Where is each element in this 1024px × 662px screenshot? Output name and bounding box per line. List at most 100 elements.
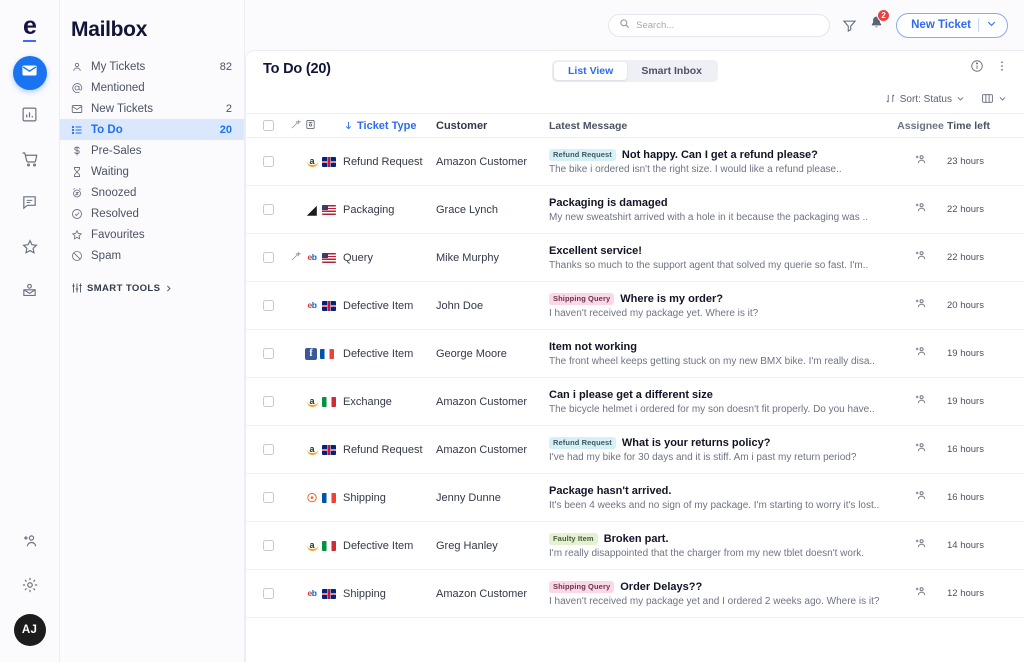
row-checkbox-cell bbox=[263, 156, 285, 167]
row-checkbox[interactable] bbox=[263, 492, 274, 503]
sidebar-item-snoozed[interactable]: Snoozed bbox=[60, 182, 244, 203]
sort-icon bbox=[885, 93, 896, 107]
rail-item-knowledge[interactable] bbox=[13, 276, 47, 310]
table-row[interactable]: a Refund Request Amazon Customer Refund Req… bbox=[246, 426, 1024, 474]
sort-control[interactable]: Sort: Status bbox=[885, 93, 965, 107]
table-row[interactable]: ☉ Shipping Jenny Dunne Package hasn't arriv… bbox=[246, 474, 1024, 522]
columns-control[interactable] bbox=[981, 92, 1007, 108]
tab-smart-inbox[interactable]: Smart Inbox bbox=[627, 62, 716, 80]
row-assignee-cell[interactable] bbox=[894, 392, 947, 411]
row-assignee-cell[interactable] bbox=[894, 152, 947, 171]
row-ticket-type: Query bbox=[343, 251, 373, 264]
channel-icon[interactable] bbox=[305, 119, 316, 133]
sidebar-item-smart-tools[interactable]: SMART TOOLS bbox=[60, 278, 244, 298]
row-message-cell: Refund Request Not happy. Can I get a ref… bbox=[549, 148, 894, 175]
table-row[interactable]: e b Defective Item John Doe Shipping Query Wh… bbox=[246, 282, 1024, 330]
row-message-top: Packaging is damaged bbox=[549, 197, 882, 209]
table-row[interactable]: a Defective Item Greg Hanley Faulty Item Bro… bbox=[246, 522, 1024, 570]
row-checkbox[interactable] bbox=[263, 204, 274, 215]
magic-wand-icon[interactable] bbox=[290, 249, 301, 267]
table-row[interactable]: a Refund Request Amazon Customer Refund Req… bbox=[246, 138, 1024, 186]
magic-wand-icon[interactable] bbox=[290, 118, 301, 133]
check-circle-icon bbox=[71, 208, 88, 220]
row-checkbox[interactable] bbox=[263, 444, 274, 455]
table-row[interactable]: e b Query Mike Murphy Excellent service! Than… bbox=[246, 234, 1024, 282]
time-left-label: 22 hours bbox=[947, 204, 984, 215]
row-checkbox[interactable] bbox=[263, 540, 274, 551]
tab-list-view[interactable]: List View bbox=[553, 62, 628, 80]
table-row[interactable]: f Defective Item George Moore Item not work… bbox=[246, 330, 1024, 378]
rail-item-settings[interactable] bbox=[13, 570, 47, 604]
sidebar-item-mentioned[interactable]: Mentioned bbox=[60, 77, 244, 98]
ebay-channel-icon: eb bbox=[307, 300, 317, 311]
time-left-label: 16 hours bbox=[947, 492, 984, 503]
table-row[interactable]: ◢ Packaging Grace Lynch Packaging is damage… bbox=[246, 186, 1024, 234]
row-time-left-cell: 16 hours bbox=[947, 492, 1009, 503]
header-latest-message[interactable]: Latest Message bbox=[549, 120, 894, 132]
rail-item-invite[interactable] bbox=[13, 526, 47, 560]
notifications-button[interactable]: 2 bbox=[869, 9, 891, 35]
header-time-left[interactable]: Time left bbox=[947, 120, 1009, 132]
row-assignee-cell[interactable] bbox=[894, 200, 947, 219]
mail-icon bbox=[21, 62, 38, 84]
sidebar-item-my-tickets[interactable]: My Tickets 82 bbox=[60, 56, 244, 77]
search-input[interactable]: Search... bbox=[608, 13, 831, 37]
row-assignee-cell[interactable] bbox=[894, 248, 947, 267]
row-checkbox[interactable] bbox=[263, 396, 274, 407]
sidebar-item-waiting[interactable]: Waiting bbox=[60, 161, 244, 182]
row-wand-cell bbox=[285, 249, 305, 267]
page-title: Mailbox bbox=[71, 18, 148, 41]
row-time-left-cell: 23 hours bbox=[947, 156, 1009, 167]
header-assignee[interactable]: Assignee bbox=[894, 120, 947, 132]
row-assignee-cell[interactable] bbox=[894, 584, 947, 603]
sidebar-item-resolved[interactable]: Resolved bbox=[60, 203, 244, 224]
more-vertical-icon[interactable] bbox=[995, 59, 1009, 78]
row-channel-cell: eb bbox=[305, 252, 343, 264]
sidebar-item-new-tickets[interactable]: New Tickets 2 bbox=[60, 98, 244, 119]
sidebar-item-spam[interactable]: Spam bbox=[60, 245, 244, 266]
chevron-down-icon[interactable] bbox=[986, 18, 997, 32]
header-ticket-type[interactable]: Ticket Type bbox=[343, 120, 436, 132]
rail-item-orders[interactable] bbox=[13, 144, 47, 178]
table-row[interactable]: a Exchange Amazon Customer Can i please get… bbox=[246, 378, 1024, 426]
row-checkbox[interactable] bbox=[263, 300, 274, 311]
sort-desc-icon bbox=[343, 120, 354, 131]
row-message-cell: Refund Request What is your returns polic… bbox=[549, 436, 894, 463]
header-customer[interactable]: Customer bbox=[436, 120, 549, 132]
assign-user-icon bbox=[914, 536, 928, 555]
row-assignee-cell[interactable] bbox=[894, 344, 947, 363]
select-all-checkbox[interactable] bbox=[263, 120, 274, 131]
avatar[interactable]: AJ bbox=[13, 614, 46, 646]
amazon-channel-icon: a bbox=[305, 540, 319, 552]
sidebar-item-favourites[interactable]: Favourites bbox=[60, 224, 244, 245]
sidebar-item-pre-sales[interactable]: Pre-Sales bbox=[60, 140, 244, 161]
row-subject: What is your returns policy? bbox=[621, 436, 771, 449]
rail-item-mail[interactable] bbox=[12, 56, 47, 90]
row-assignee-cell[interactable] bbox=[894, 488, 947, 507]
table-row[interactable]: e b Shipping Amazon Customer Shipping Query O… bbox=[246, 570, 1024, 618]
row-checkbox[interactable] bbox=[263, 588, 274, 599]
row-assignee-cell[interactable] bbox=[894, 296, 947, 315]
new-ticket-button[interactable]: New Ticket bbox=[896, 12, 1008, 38]
row-subject: Order Delays?? bbox=[620, 580, 703, 593]
row-assignee-cell[interactable] bbox=[894, 440, 947, 459]
rail-item-chat[interactable] bbox=[13, 188, 47, 222]
sidebar-item-to-do[interactable]: To Do 20 bbox=[60, 119, 244, 140]
row-preview: My new sweatshirt arrived with a hole in… bbox=[549, 211, 869, 223]
rail-item-favourites[interactable] bbox=[13, 232, 47, 266]
status-badge: Faulty Item bbox=[549, 532, 598, 545]
row-subject: Not happy. Can I get a refund please? bbox=[621, 148, 818, 161]
row-time-left-cell: 22 hours bbox=[947, 204, 1009, 215]
rail-item-reports[interactable] bbox=[13, 100, 47, 134]
row-checkbox[interactable] bbox=[263, 348, 274, 359]
brand-logo[interactable]: e bbox=[23, 14, 37, 42]
row-checkbox[interactable] bbox=[263, 156, 274, 167]
row-checkbox[interactable] bbox=[263, 252, 274, 263]
row-customer: Amazon Customer bbox=[436, 155, 528, 168]
sidebar-item-label: My Tickets bbox=[91, 60, 146, 73]
filter-icon[interactable] bbox=[842, 18, 857, 33]
row-assignee-cell[interactable] bbox=[894, 536, 947, 555]
info-icon[interactable] bbox=[970, 59, 984, 78]
row-preview: I haven't received my package yet and I … bbox=[549, 595, 880, 607]
row-checkbox-cell bbox=[263, 300, 285, 311]
